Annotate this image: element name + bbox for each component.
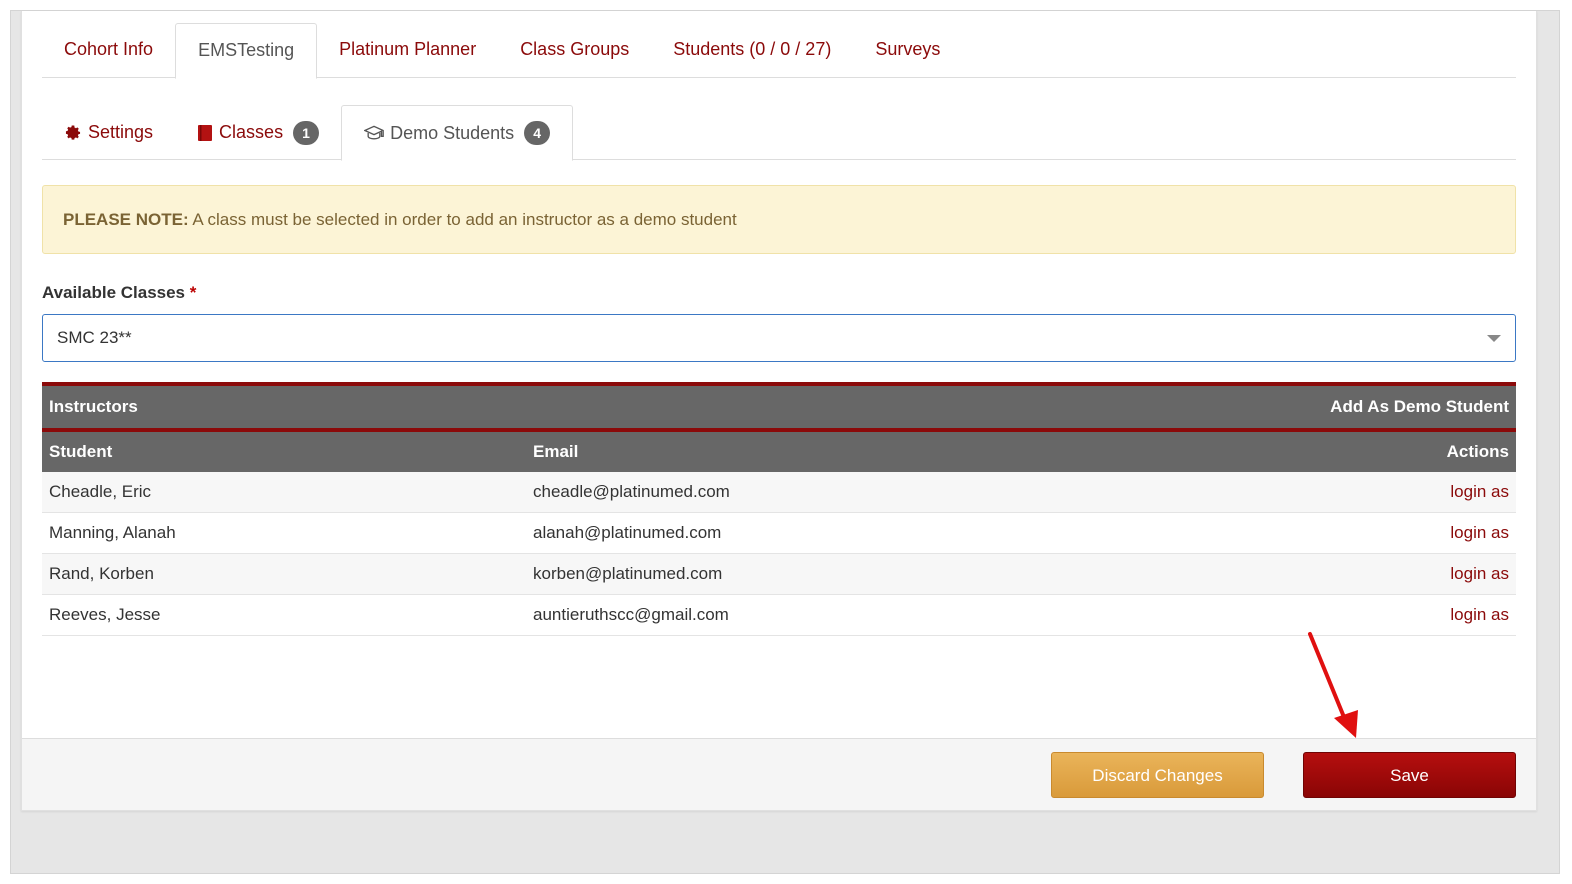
form-footer: Discard Changes Save (22, 738, 1536, 810)
required-asterisk: * (189, 283, 197, 302)
tab-classes[interactable]: Classes 1 (175, 105, 341, 160)
student-name: Rand, Korben (49, 564, 154, 583)
note-alert: PLEASE NOTE: A class must be selected in… (42, 185, 1516, 254)
instructors-table: Instructors Add As Demo Student Student … (42, 382, 1516, 636)
save-button[interactable]: Save (1303, 752, 1516, 798)
student-name: Reeves, Jesse (49, 605, 161, 624)
column-actions: Actions (1446, 442, 1509, 461)
table-row: Reeves, Jesse auntieruthscc@gmail.com lo… (42, 595, 1516, 636)
sub-tab-bar: Settings Classes 1 Demo Students 4 (42, 105, 1516, 161)
alert-text: A class must be selected in order to add… (188, 210, 737, 229)
login-as-link[interactable]: login as (1450, 523, 1509, 543)
instructors-heading: Instructors (49, 397, 138, 416)
book-icon (197, 124, 213, 142)
tab-surveys[interactable]: Surveys (853, 23, 962, 78)
table-row: Cheadle, Eric cheadle@platinumed.com log… (42, 472, 1516, 513)
student-email: auntieruthscc@gmail.com (533, 605, 729, 624)
table-row: Rand, Korben korben@platinumed.com login… (42, 554, 1516, 595)
table-row: Manning, Alanah alanah@platinumed.com lo… (42, 513, 1516, 554)
top-tab-bar: Cohort Info EMSTesting Platinum Planner … (42, 23, 1516, 79)
instructors-group-header: Instructors Add As Demo Student (42, 382, 1516, 428)
tab-demo-students[interactable]: Demo Students 4 (341, 105, 574, 161)
login-as-link[interactable]: login as (1450, 564, 1509, 584)
tab-classes-label: Classes (219, 122, 284, 142)
classes-count-badge: 1 (293, 120, 320, 145)
student-email: alanah@platinumed.com (533, 523, 722, 542)
tab-cohort-info[interactable]: Cohort Info (42, 23, 175, 78)
tab-platinum-planner[interactable]: Platinum Planner (317, 23, 498, 78)
available-classes-label: Available Classes * (42, 283, 196, 303)
tab-students[interactable]: Students (0 / 0 / 27) (651, 23, 853, 78)
available-classes-label-text: Available Classes (42, 283, 186, 302)
demo-students-count-badge: 4 (524, 121, 551, 145)
alert-title: PLEASE NOTE: (63, 210, 189, 229)
tab-emstesting[interactable]: EMSTesting (175, 23, 318, 79)
table-column-header: Student Email Actions (42, 428, 1516, 472)
login-as-link[interactable]: login as (1450, 482, 1509, 502)
chevron-down-icon[interactable] (1487, 335, 1501, 342)
red-arrow-annotation-icon (1308, 632, 1358, 738)
selected-class-value: SMC 23** (57, 328, 132, 347)
tab-class-groups[interactable]: Class Groups (498, 23, 651, 78)
student-name: Manning, Alanah (49, 523, 176, 542)
table-body: Cheadle, Eric cheadle@platinumed.com log… (42, 472, 1516, 636)
gear-icon (64, 124, 82, 142)
available-classes-select[interactable]: SMC 23** (42, 314, 1516, 362)
graduation-cap-icon (364, 125, 384, 141)
tab-settings[interactable]: Settings (42, 105, 175, 160)
student-email: cheadle@platinumed.com (533, 482, 730, 501)
student-name: Cheadle, Eric (49, 482, 152, 501)
tab-settings-label: Settings (88, 122, 154, 142)
tab-demo-students-label: Demo Students (390, 122, 515, 143)
login-as-link[interactable]: login as (1450, 605, 1509, 625)
add-as-demo-student-heading: Add As Demo Student (1330, 397, 1509, 416)
discard-changes-button[interactable]: Discard Changes (1051, 752, 1264, 798)
column-email: Email (533, 442, 579, 461)
student-email: korben@platinumed.com (533, 564, 723, 583)
column-student: Student (49, 442, 113, 461)
